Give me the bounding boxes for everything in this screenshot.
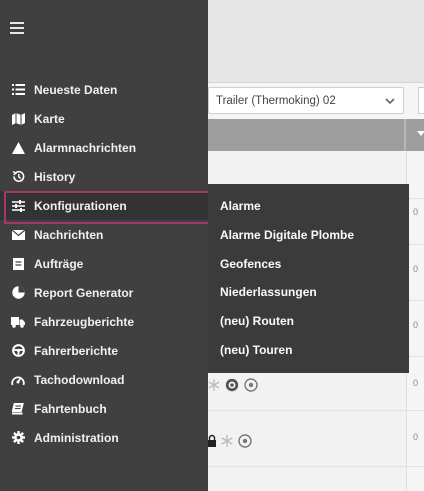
row-number: 0 [413, 207, 419, 217]
chevron-down-icon [385, 97, 395, 104]
vehicle-select[interactable]: Trailer (Thermoking) 02 [208, 87, 404, 114]
submenu-item-touren[interactable]: (neu) Touren [208, 335, 409, 364]
row-number: 0 [413, 378, 419, 388]
sidebar-item-history[interactable]: History [0, 162, 208, 191]
row-status-icons [207, 377, 259, 393]
sidebar-item-label: Report Generator [34, 285, 134, 300]
sidebar-item-label: Aufträge [34, 256, 84, 271]
sidebar-item-nachrichten[interactable]: Nachrichten [0, 220, 208, 249]
sidebar-item-label: Fahrerberichte [34, 343, 119, 358]
row-divider [208, 466, 424, 467]
map-icon [11, 112, 25, 126]
logbook-icon [11, 402, 25, 416]
sidebar-item-label: Fahrtenbuch [34, 401, 107, 416]
sidebar-item-fahrtenbuch[interactable]: Fahrtenbuch [0, 394, 208, 423]
pie-chart-icon [11, 286, 25, 300]
submenu-item-niederlassungen[interactable]: Niederlassungen [208, 278, 409, 307]
submenu-item-routen[interactable]: (neu) Routen [208, 307, 409, 336]
sidebar-item-neueste-daten[interactable]: Neueste Daten [0, 75, 208, 104]
sidebar-item-label: Nachrichten [34, 227, 104, 242]
sidebar-item-administration[interactable]: Administration [0, 423, 208, 452]
tachometer-icon [11, 373, 25, 387]
sync-icon [244, 378, 258, 392]
sidebar-item-karte[interactable]: Karte [0, 104, 208, 133]
sidebar-item-fahrzeugberichte[interactable]: Fahrzeugberichte [0, 307, 208, 336]
sort-arrow-icon[interactable] [417, 131, 424, 136]
sidebar-item-label: Alarmnachrichten [34, 140, 137, 155]
row-number: 0 [413, 432, 419, 442]
sidebar-item-label: Fahrzeugberichte [34, 314, 135, 329]
snowflake-icon [221, 435, 233, 447]
history-icon [11, 170, 25, 184]
sidebar-item-label: History [34, 169, 76, 184]
sidebar-item-auftraege[interactable]: Aufträge [0, 249, 208, 278]
gear-icon [11, 431, 25, 445]
sidebar-item-konfigurationen[interactable]: Konfigurationen [0, 191, 211, 224]
clipboard-icon [11, 257, 25, 271]
sidebar-item-alarmnachrichten[interactable]: Alarmnachrichten [0, 133, 208, 162]
row-divider [208, 410, 424, 411]
warning-icon [11, 141, 25, 155]
truck-icon [11, 315, 25, 329]
sidebar-nav: Neueste Daten Karte Alarmnachrichten His… [0, 75, 211, 452]
sidebar-item-tachodownload[interactable]: Tachodownload [0, 365, 208, 394]
submenu-item-alarme[interactable]: Alarme [208, 192, 409, 221]
vehicle-select-value: Trailer (Thermoking) 02 [216, 94, 336, 107]
sliders-icon [11, 199, 25, 213]
ebs-brake-icon [225, 378, 239, 392]
sync-icon [238, 434, 252, 448]
sidebar: Neueste Daten Karte Alarmnachrichten His… [0, 0, 211, 491]
sidebar-item-label: Neueste Daten [34, 82, 118, 97]
row-status-icons [207, 433, 253, 449]
submenu-item-alarme-digitale-plombe[interactable]: Alarme Digitale Plombe [208, 221, 409, 250]
list-icon [11, 83, 25, 97]
row-number: 0 [413, 264, 419, 274]
submenu-item-geofences[interactable]: Geofences [208, 249, 409, 278]
lock-icon [208, 434, 216, 447]
row-number: 0 [413, 320, 419, 330]
column-divider [404, 119, 406, 151]
secondary-select[interactable] [418, 87, 424, 114]
steering-wheel-icon [11, 344, 25, 358]
hamburger-menu-icon[interactable] [10, 22, 24, 34]
snowflake-icon [208, 379, 220, 391]
sidebar-item-label: Administration [34, 430, 119, 445]
sidebar-item-report-generator[interactable]: Report Generator [0, 278, 208, 307]
envelope-icon [11, 228, 25, 242]
sidebar-item-label: Tachodownload [34, 372, 125, 387]
konfigurationen-submenu: Alarme Alarme Digitale Plombe Geofences … [208, 184, 409, 373]
sidebar-item-fahrerberichte[interactable]: Fahrerberichte [0, 336, 208, 365]
sidebar-item-label: Karte [34, 111, 65, 126]
sidebar-item-label: Konfigurationen [34, 198, 127, 213]
